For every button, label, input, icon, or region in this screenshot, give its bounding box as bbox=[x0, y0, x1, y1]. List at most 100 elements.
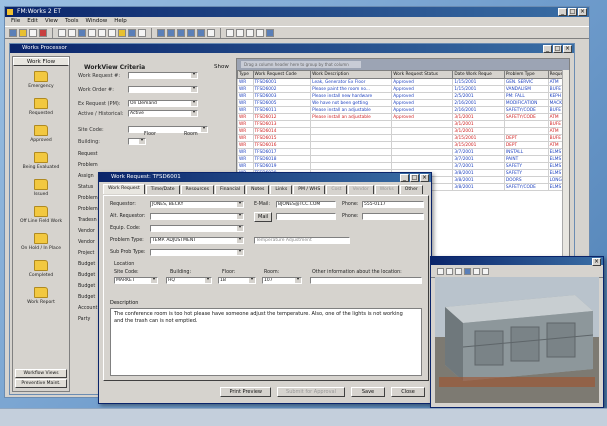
site-code-field[interactable]: MARKET bbox=[114, 277, 158, 284]
sidebar-item[interactable]: On Hold / In Place bbox=[13, 228, 69, 255]
menu-item-file[interactable]: File bbox=[11, 17, 20, 26]
dialog-maximize-button[interactable]: □ bbox=[410, 174, 419, 182]
previous-record-icon[interactable] bbox=[167, 28, 175, 37]
table-row[interactable]: WR TFSD6013 3/1/2001 BUFE bbox=[237, 120, 570, 128]
refresh-icon[interactable] bbox=[197, 28, 205, 37]
chart-icon[interactable] bbox=[246, 28, 254, 37]
table-row[interactable]: WR TFSD6001 Leak, Generator Ex Floor Approv… bbox=[237, 78, 570, 86]
tab-time-date[interactable]: Time/Date bbox=[145, 185, 180, 194]
equip-code-field[interactable] bbox=[150, 225, 244, 232]
tab-links[interactable]: Links bbox=[270, 185, 293, 194]
cut-icon[interactable] bbox=[78, 28, 86, 37]
building-field[interactable]: HQ bbox=[166, 277, 212, 284]
tab-financial[interactable]: Financial bbox=[215, 185, 246, 194]
table-row[interactable]: WR TFSD6005 We have not been getting Approv… bbox=[237, 99, 570, 107]
menu-item-help[interactable]: Help bbox=[114, 17, 127, 26]
next-record-icon[interactable] bbox=[177, 28, 185, 37]
room-field[interactable]: 107 bbox=[262, 277, 302, 284]
table-row[interactable]: WR TFSD6014 3/1/2001 ATM bbox=[237, 127, 570, 135]
child-maximize-button[interactable]: □ bbox=[553, 45, 562, 53]
report-icon[interactable] bbox=[236, 28, 244, 37]
phone2-field[interactable] bbox=[362, 213, 424, 220]
sidebar-item[interactable]: Approved bbox=[13, 120, 69, 147]
close-button[interactable]: Close bbox=[391, 387, 425, 397]
column-header[interactable]: Problem Type bbox=[503, 70, 549, 79]
table-row[interactable]: WR TFSD6012 Please install an adjustable Ap… bbox=[237, 113, 570, 121]
tab-resources[interactable]: Resources bbox=[180, 185, 215, 194]
table-row[interactable]: WR TFSD6017 3/7/2001 INSTALL ELMS bbox=[237, 148, 570, 156]
menu-item-window[interactable]: Window bbox=[86, 17, 108, 26]
floor-field[interactable]: 1B bbox=[218, 277, 256, 284]
close-button[interactable]: × bbox=[578, 8, 587, 16]
menu-item-edit[interactable]: Edit bbox=[27, 17, 38, 26]
tab-notes[interactable]: Notes bbox=[246, 185, 270, 194]
photo-close-button[interactable]: × bbox=[592, 258, 601, 266]
sidebar-button[interactable]: Workflow Views bbox=[15, 369, 67, 378]
sub-prob-type-field[interactable] bbox=[150, 249, 244, 256]
alt-requestor-field[interactable] bbox=[150, 213, 244, 220]
minimize-button[interactable]: _ bbox=[558, 8, 567, 16]
tab-other[interactable]: Other bbox=[399, 185, 423, 194]
criteria-input[interactable] bbox=[128, 138, 146, 145]
sidebar-item[interactable]: Issued bbox=[13, 174, 69, 201]
delete-icon[interactable] bbox=[39, 28, 47, 37]
find-icon[interactable] bbox=[118, 28, 126, 37]
sort-icon[interactable] bbox=[138, 28, 146, 37]
column-header[interactable]: Work Description bbox=[310, 70, 393, 79]
pan-icon[interactable] bbox=[473, 267, 480, 275]
rotate-icon[interactable] bbox=[464, 267, 471, 275]
sidebar-item[interactable]: Off Line Field Work bbox=[13, 201, 69, 228]
child-minimize-button[interactable]: _ bbox=[543, 45, 552, 53]
undo-icon[interactable] bbox=[108, 28, 116, 37]
paste-icon[interactable] bbox=[98, 28, 106, 37]
copy-icon[interactable] bbox=[88, 28, 96, 37]
criteria-input[interactable] bbox=[128, 72, 198, 79]
help-icon[interactable] bbox=[266, 28, 274, 37]
requestor-field[interactable]: JONES, BECKY bbox=[150, 201, 244, 208]
sidebar-item[interactable]: Completed bbox=[13, 255, 69, 282]
dialog-close-button[interactable]: × bbox=[420, 174, 429, 182]
table-row[interactable]: WR TFSD6018 3/7/2001 PAINT ELMS bbox=[237, 155, 570, 163]
criteria-input[interactable] bbox=[128, 86, 198, 93]
calendar-icon[interactable] bbox=[226, 28, 234, 37]
fit-icon[interactable] bbox=[455, 267, 462, 275]
sidebar-button[interactable]: Preventive Maint. bbox=[15, 379, 67, 388]
table-row[interactable]: WR TFSD6002 Please paint the room no... App… bbox=[237, 85, 570, 93]
child-close-button[interactable]: × bbox=[563, 45, 572, 53]
tab-pm-whs[interactable]: PM / WHS bbox=[293, 185, 326, 194]
save-button[interactable]: Save bbox=[351, 387, 385, 397]
email-field[interactable]: BJONES@TCC.COM bbox=[276, 201, 336, 208]
save-icon[interactable] bbox=[29, 28, 37, 37]
new-icon[interactable] bbox=[9, 28, 17, 37]
sidebar-item[interactable]: Being Evaluated bbox=[13, 147, 69, 174]
sidebar-item[interactable]: Requested bbox=[13, 93, 69, 120]
column-header[interactable]: Date Work Reque bbox=[452, 70, 505, 79]
other-info-field[interactable] bbox=[310, 277, 422, 284]
table-row[interactable]: WR TFSD6003 Please install new hardware App… bbox=[237, 92, 570, 100]
settings-icon[interactable] bbox=[256, 28, 264, 37]
print-preview-button[interactable]: Print Preview bbox=[220, 387, 272, 397]
column-header[interactable]: Work Request Status bbox=[391, 70, 454, 79]
sidebar-item[interactable]: Work Report bbox=[13, 282, 69, 309]
column-header[interactable]: Work Request Code bbox=[252, 70, 312, 79]
sidebar-item[interactable]: Emergency bbox=[13, 66, 69, 93]
email-field-2[interactable] bbox=[276, 213, 336, 220]
criteria-input[interactable]: On Demand bbox=[128, 100, 198, 107]
maximize-button[interactable]: □ bbox=[568, 8, 577, 16]
sidebar-header[interactable]: Work Flow bbox=[13, 57, 69, 66]
zoom-in-icon[interactable] bbox=[437, 267, 444, 275]
print-icon[interactable] bbox=[58, 28, 66, 37]
table-row[interactable]: WR TFSD6016 3/15/2001 DEPT ATM bbox=[237, 141, 570, 149]
table-row[interactable]: WR TFSD6019 3/7/2001 SAFETY ELMS bbox=[237, 162, 570, 170]
first-record-icon[interactable] bbox=[157, 28, 165, 37]
photo-print-icon[interactable] bbox=[482, 267, 489, 275]
menu-item-tools[interactable]: Tools bbox=[65, 17, 79, 26]
last-record-icon[interactable] bbox=[187, 28, 195, 37]
print-preview-icon[interactable] bbox=[68, 28, 76, 37]
problem-type-field[interactable]: TEMP. ADJUSTMENT bbox=[150, 237, 244, 244]
dialog-minimize-button[interactable]: _ bbox=[400, 174, 409, 182]
table-row[interactable]: WR TFSD6015 3/15/2001 DEPT BUFE bbox=[237, 134, 570, 142]
menu-item-view[interactable]: View bbox=[45, 17, 58, 26]
description-textarea[interactable]: The conference room is too hot please ha… bbox=[110, 308, 422, 376]
column-header[interactable]: Type bbox=[237, 70, 254, 79]
